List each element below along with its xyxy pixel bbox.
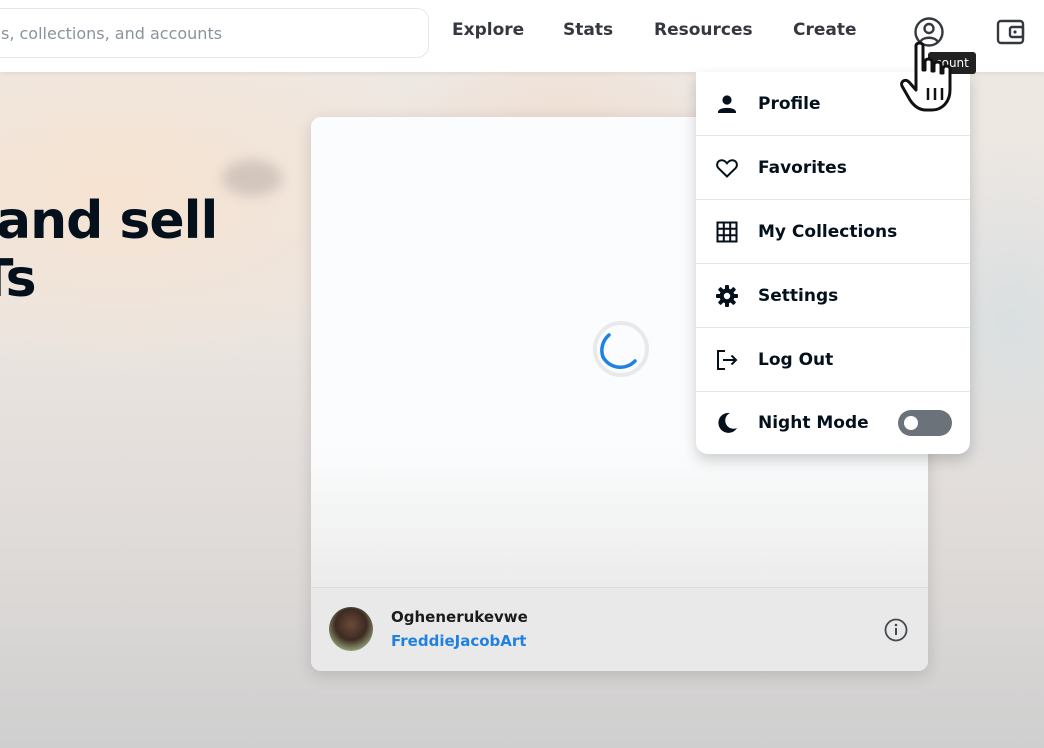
menu-item-favorites[interactable]: Favorites: [696, 136, 970, 200]
account-dropdown-menu: Profile Favorites My Collections Setting…: [696, 72, 970, 454]
avatar[interactable]: [329, 607, 373, 651]
menu-item-log-out[interactable]: Log Out: [696, 328, 970, 392]
grid-icon: [716, 221, 738, 242]
spinner-icon: [593, 321, 649, 377]
search-input[interactable]: [1, 23, 428, 43]
creator-name: Oghenerukevwe: [391, 608, 528, 626]
hero-heading: and sell Ts: [0, 191, 218, 309]
top-navbar: Explore Stats Resources Create: [0, 0, 1044, 72]
menu-label-settings: Settings: [758, 285, 839, 306]
nav-resources[interactable]: Resources: [654, 20, 753, 40]
heart-icon: [716, 158, 738, 178]
hero-line-1: and sell: [0, 191, 218, 251]
menu-item-my-collections[interactable]: My Collections: [696, 200, 970, 264]
menu-item-night-mode: Night Mode: [696, 392, 970, 454]
nav-create[interactable]: Create: [793, 20, 857, 40]
card-footer: Oghenerukevwe FreddieJacobArt: [311, 587, 928, 671]
menu-label-night-mode: Night Mode: [758, 413, 869, 433]
moon-icon: [718, 412, 737, 433]
person-icon: [718, 94, 736, 113]
toggle-knob: [904, 416, 918, 430]
menu-label-favorites: Favorites: [758, 157, 847, 178]
search-bar[interactable]: [0, 8, 429, 58]
menu-label-profile: Profile: [758, 93, 821, 114]
hero-line-2: Ts: [0, 249, 37, 309]
background-blur: [222, 160, 282, 196]
gear-icon: [716, 284, 738, 307]
nav-explore[interactable]: Explore: [452, 20, 524, 40]
logout-icon: [717, 349, 738, 370]
menu-label-log-out: Log Out: [758, 349, 834, 370]
info-icon[interactable]: [883, 617, 909, 643]
nav-stats[interactable]: Stats: [563, 20, 613, 40]
wallet-icon[interactable]: [995, 16, 1027, 48]
hand-pointer-icon: [900, 41, 952, 112]
menu-item-settings[interactable]: Settings: [696, 264, 970, 328]
creator-link[interactable]: FreddieJacobArt: [391, 632, 526, 650]
night-mode-toggle[interactable]: [898, 410, 952, 436]
menu-label-my-collections: My Collections: [758, 221, 898, 242]
